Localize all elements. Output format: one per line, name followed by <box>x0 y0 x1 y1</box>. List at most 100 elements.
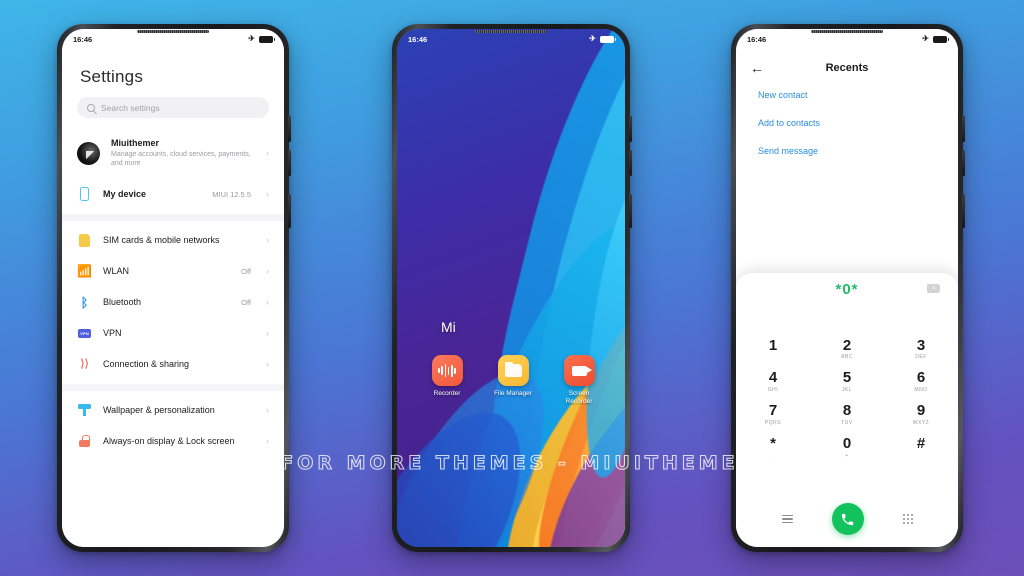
keypad: 1 2 ABC 3 DEF 4 GHI 5 JKL 6 MNO 7 PQRS 8 TUV 9W… <box>736 305 958 491</box>
phone-home: 16:46 ✈ Mi Recorder File Manager Screen … <box>392 24 632 552</box>
key-2[interactable]: 2 ABC <box>810 333 884 366</box>
earpiece-grille <box>475 30 547 33</box>
chevron-right-icon: › <box>266 435 269 446</box>
volume-down-button[interactable] <box>288 150 291 176</box>
key-digit: 8 <box>842 402 852 419</box>
dialer-screen: 16:46 ✈ ← Recents New contact Add to con… <box>736 29 958 547</box>
power-button[interactable] <box>962 194 965 228</box>
row-label: Bluetooth <box>103 296 142 307</box>
lock-icon <box>77 434 92 449</box>
search-placeholder: Search settings <box>101 102 160 113</box>
page-title: Recents <box>825 62 869 74</box>
sidebar-item-wlan[interactable]: 📶 WLAN Off › <box>62 256 284 287</box>
key-star[interactable]: *, <box>736 431 810 464</box>
page-title: Settings <box>80 67 144 86</box>
dialer-header: ← Recents <box>736 49 958 81</box>
dialer-footer <box>736 491 958 547</box>
app-label: Screen Recorder <box>565 390 593 406</box>
key-digit: * <box>770 434 776 452</box>
search-input[interactable]: Search settings <box>77 97 269 118</box>
call-button[interactable] <box>831 503 864 535</box>
chevron-right-icon: › <box>266 358 269 369</box>
key-4[interactable]: 4 GHI <box>736 365 810 398</box>
key-letters <box>736 354 810 360</box>
key-letters: WXYZ <box>912 419 930 426</box>
dialed-number: *0* <box>835 280 859 298</box>
link-add-to-contacts[interactable]: Add to contacts <box>736 109 958 137</box>
power-button[interactable] <box>629 194 632 228</box>
key-letters: MNO <box>914 387 928 393</box>
key-letters: GHI <box>767 387 779 393</box>
sidebar-item-my-device[interactable]: My device MIUI 12.5.5 › <box>62 179 284 210</box>
earpiece-grille <box>137 30 209 33</box>
sidebar-item-wallpaper[interactable]: Wallpaper & personalization › <box>62 395 284 426</box>
keypad-sheet: *0* × 1 2 ABC 3 DEF 4 GHI 5 JKL 6 MNO 7 PQRS 8… <box>736 273 958 547</box>
sidebar-item-bluetooth[interactable]: ᛒ Bluetooth Off › <box>62 287 284 318</box>
key-3[interactable]: 3 DEF <box>884 333 958 366</box>
keypad-grid-icon[interactable] <box>902 514 913 524</box>
key-6[interactable]: 6 MNO <box>884 365 958 398</box>
sidebar-item-sim-cards[interactable]: SIM cards & mobile networks › <box>62 225 284 256</box>
key-8[interactable]: 8 TUV <box>810 398 884 431</box>
row-label: VPN <box>103 327 122 338</box>
folder-label: Mi <box>441 319 456 335</box>
link-send-message[interactable]: Send message <box>736 137 958 165</box>
row-label: My device <box>103 188 147 199</box>
row-label: SIM cards & mobile networks <box>103 234 220 245</box>
key-9[interactable]: 9 WXYZ <box>884 398 958 431</box>
volume-up-button[interactable] <box>629 116 632 142</box>
row-value: MIUI 12.5.5 <box>212 189 251 199</box>
call-icon <box>841 513 854 525</box>
key-digit: 4 <box>768 369 778 387</box>
account-name: Miuithemer <box>111 138 160 148</box>
volume-up-button[interactable] <box>288 116 291 142</box>
key-7[interactable]: 7 PQRS <box>736 398 810 431</box>
chevron-right-icon: › <box>266 404 269 415</box>
row-label: WLAN <box>103 265 130 276</box>
chevron-right-icon: › <box>266 234 269 245</box>
app-screen-recorder[interactable]: Screen Recorder <box>557 355 601 407</box>
phone-icon <box>77 187 92 202</box>
sidebar-item-vpn[interactable]: VPN VPN › <box>62 318 284 349</box>
search-icon <box>87 103 95 112</box>
volume-down-button[interactable] <box>629 150 632 176</box>
wallpaper <box>397 29 625 547</box>
sidebar-item-connection-sharing[interactable]: ⟩⟩ Connection & sharing › <box>62 349 284 380</box>
backspace-icon[interactable]: × <box>927 284 940 293</box>
earpiece-grille <box>811 30 883 33</box>
key-5[interactable]: 5 JKL <box>810 365 884 398</box>
divider <box>62 213 284 221</box>
back-arrow-icon[interactable]: ← <box>750 61 776 75</box>
key-hash[interactable]: # <box>884 431 958 464</box>
key-letters: PQRS <box>764 419 782 426</box>
volume-up-button[interactable] <box>962 116 965 142</box>
link-new-contact[interactable]: New contact <box>736 81 958 109</box>
battery-icon <box>933 35 949 43</box>
app-row: Recorder File Manager Screen Recorder <box>425 355 601 407</box>
settings-body: Settings Search settings Miuithemer Mana… <box>62 29 284 547</box>
app-file-manager[interactable]: File Manager <box>491 355 535 407</box>
sidebar-item-always-on-display[interactable]: Always-on display & Lock screen › <box>62 426 284 457</box>
wifi-icon: 📶 <box>77 264 92 279</box>
key-1[interactable]: 1 <box>736 333 810 366</box>
sim-card-icon <box>77 233 92 248</box>
row-label: Connection & sharing <box>103 358 190 369</box>
recorder-icon <box>431 355 463 386</box>
key-letters: + <box>845 452 849 459</box>
key-letters: JKL <box>841 387 853 393</box>
airplane-mode-icon: ✈ <box>589 34 596 43</box>
key-digit: # <box>916 434 926 452</box>
account-row[interactable]: Miuithemer Manage accounts, cloud servic… <box>62 132 284 179</box>
power-button[interactable] <box>288 194 291 228</box>
volume-down-button[interactable] <box>962 150 965 176</box>
app-recorder[interactable]: Recorder <box>425 355 469 407</box>
menu-icon[interactable] <box>781 514 793 524</box>
status-time: 16:46 <box>747 34 767 44</box>
key-digit: 1 <box>768 336 778 354</box>
file-manager-icon <box>497 355 529 386</box>
key-0[interactable]: 0 + <box>810 431 884 464</box>
key-digit: 2 <box>842 336 852 354</box>
battery-icon <box>259 35 275 43</box>
key-letters: TUV <box>841 419 853 426</box>
key-digit: 0 <box>842 434 852 452</box>
